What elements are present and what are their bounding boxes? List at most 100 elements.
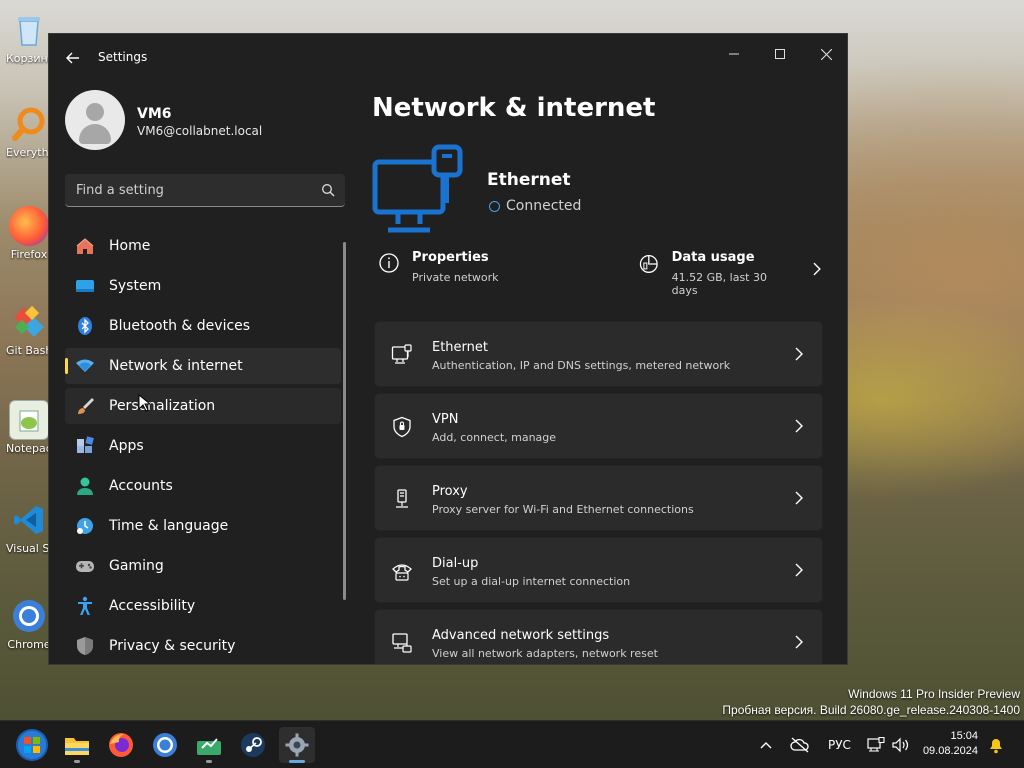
data-usage-link[interactable]: Data usage 41.52 GB, last 30 days (638, 246, 822, 297)
tray-notifications[interactable] (988, 721, 1004, 768)
tray-chevron-up[interactable] (760, 721, 772, 768)
taskbar-settings[interactable] (279, 727, 315, 763)
taskbar-steam[interactable] (235, 727, 271, 763)
start-button[interactable] (14, 727, 50, 763)
sidebar-item-label: Gaming (109, 558, 164, 574)
sidebar-item-personalization[interactable]: Personalization (65, 388, 341, 424)
apps-icon (75, 436, 95, 456)
sidebar-item-bluetooth[interactable]: Bluetooth & devices (65, 308, 341, 344)
desktop-icon-vscode[interactable]: Visual Studio Code (6, 500, 52, 564)
tray-volume[interactable] (892, 721, 910, 768)
active-indicator (289, 760, 305, 763)
desktop-icon-firefox[interactable]: Firefox (6, 206, 52, 270)
tray-network-status[interactable] (790, 721, 810, 768)
taskbar-clock[interactable]: 15:04 09.08.2024 (923, 729, 978, 759)
recycle-bin-icon (9, 10, 49, 50)
tray-ethernet[interactable] (867, 721, 885, 768)
connection-title: Ethernet (487, 170, 571, 190)
maximize-button[interactable] (757, 38, 803, 70)
sidebar-item-time-language[interactable]: Time & language (65, 508, 341, 544)
sidebar-item-label: System (109, 278, 162, 294)
close-icon (820, 48, 832, 60)
sidebar-item-label: Time & language (109, 518, 229, 534)
data-usage-subtitle: 41.52 GB, last 30 days (671, 271, 767, 297)
volume-icon (892, 737, 909, 753)
sidebar-item-label: Apps (109, 438, 144, 454)
card-title: Ethernet (432, 340, 488, 355)
firefox-icon (9, 206, 49, 246)
advanced-network-settings-card[interactable]: Advanced network settings View all netwo… (374, 609, 823, 664)
data-usage-title: Data usage (671, 250, 755, 265)
ethernet-monitor-icon (372, 144, 463, 233)
user-profile[interactable]: VM6 VM6@collabnet.local (65, 90, 365, 154)
chrome-icon (9, 596, 49, 636)
desktop-icon-everything[interactable]: Everything (6, 104, 52, 168)
sidebar-item-label: Accounts (109, 478, 173, 494)
back-button[interactable] (61, 46, 85, 70)
watermark-edition: Windows 11 Pro Insider Preview (848, 687, 1020, 701)
sidebar-item-network[interactable]: Network & internet (65, 348, 341, 384)
chevron-right-icon (795, 563, 803, 577)
dial-up-card[interactable]: Dial-up Set up a dial-up internet connec… (374, 537, 823, 603)
search-icon[interactable] (321, 183, 335, 197)
notepad-plus-plus-icon (9, 400, 49, 440)
sidebar-item-accessibility[interactable]: Accessibility (65, 588, 341, 624)
sidebar-item-label: Personalization (109, 398, 216, 414)
shield-icon (75, 636, 95, 656)
bluetooth-icon (75, 316, 95, 336)
window-title: Settings (98, 50, 148, 64)
gear-icon (285, 733, 309, 757)
card-subtitle: Set up a dial-up internet connection (432, 575, 631, 588)
windows-watermark: Windows 11 Pro Insider Preview Пробная в… (722, 686, 1020, 718)
accounts-icon (75, 476, 95, 496)
minimize-button[interactable] (711, 38, 757, 70)
sidebar-item-home[interactable]: Home (65, 228, 341, 264)
sidebar-item-apps[interactable]: Apps (65, 428, 341, 464)
folder-icon (65, 738, 89, 755)
user-email: VM6@collabnet.local (137, 124, 263, 138)
desktop-icon-notepad[interactable]: Notepad++ (6, 400, 52, 464)
close-button[interactable] (803, 38, 847, 70)
sidebar-item-accounts[interactable]: Accounts (65, 468, 341, 504)
page-title: Network & internet (372, 93, 656, 123)
properties-title: Properties (412, 250, 489, 265)
title-bar: Settings (49, 34, 847, 82)
firefox-icon (109, 733, 133, 757)
sidebar-nav: Home System Bluetooth & devices Network … (65, 228, 341, 664)
running-indicator (206, 760, 212, 763)
taskbar-chrome[interactable] (147, 727, 183, 763)
desktop-icon-git-bash[interactable]: Git Bash (6, 302, 52, 366)
app-icon (197, 738, 221, 755)
mouse-cursor-icon (138, 394, 150, 412)
desktop-icon-label: Visual Studio Code (6, 542, 52, 555)
connection-status-text: Connected (506, 198, 582, 214)
sidebar-item-system[interactable]: System (65, 268, 341, 304)
card-subtitle: Add, connect, manage (432, 431, 557, 444)
advanced-network-icon (392, 633, 412, 653)
proxy-card[interactable]: Proxy Proxy server for Wi-Fi and Etherne… (374, 465, 823, 531)
taskbar: РУС 15:04 09.08.2024 (0, 720, 1024, 768)
card-subtitle: View all network adapters, network reset (432, 647, 658, 660)
taskbar-app[interactable] (191, 727, 227, 763)
card-title: Dial-up (432, 556, 479, 571)
desktop-icon-recycle-bin[interactable]: Корзина (6, 10, 52, 74)
dial-up-icon (392, 564, 412, 581)
accessibility-icon (75, 596, 95, 616)
chevron-right-icon (795, 491, 803, 505)
search-input[interactable] (65, 174, 345, 206)
desktop-icon-label: Firefox (10, 248, 48, 261)
sidebar-item-privacy-security[interactable]: Privacy & security (65, 628, 341, 664)
desktop-icon-chrome[interactable]: Chrome (6, 596, 52, 660)
properties-link[interactable]: Properties Private network (378, 246, 499, 284)
tray-language[interactable]: РУС (828, 721, 851, 768)
sidebar-scrollbar[interactable] (343, 242, 346, 600)
proxy-icon (396, 489, 408, 508)
sidebar-item-gaming[interactable]: Gaming (65, 548, 341, 584)
bell-icon (990, 739, 1002, 754)
clock-time: 15:04 (950, 730, 978, 742)
arrow-left-icon (66, 52, 79, 64)
ethernet-card[interactable]: Ethernet Authentication, IP and DNS sett… (374, 321, 823, 387)
taskbar-firefox[interactable] (103, 727, 139, 763)
vpn-card[interactable]: VPN Add, connect, manage (374, 393, 823, 459)
taskbar-file-explorer[interactable] (59, 727, 95, 763)
